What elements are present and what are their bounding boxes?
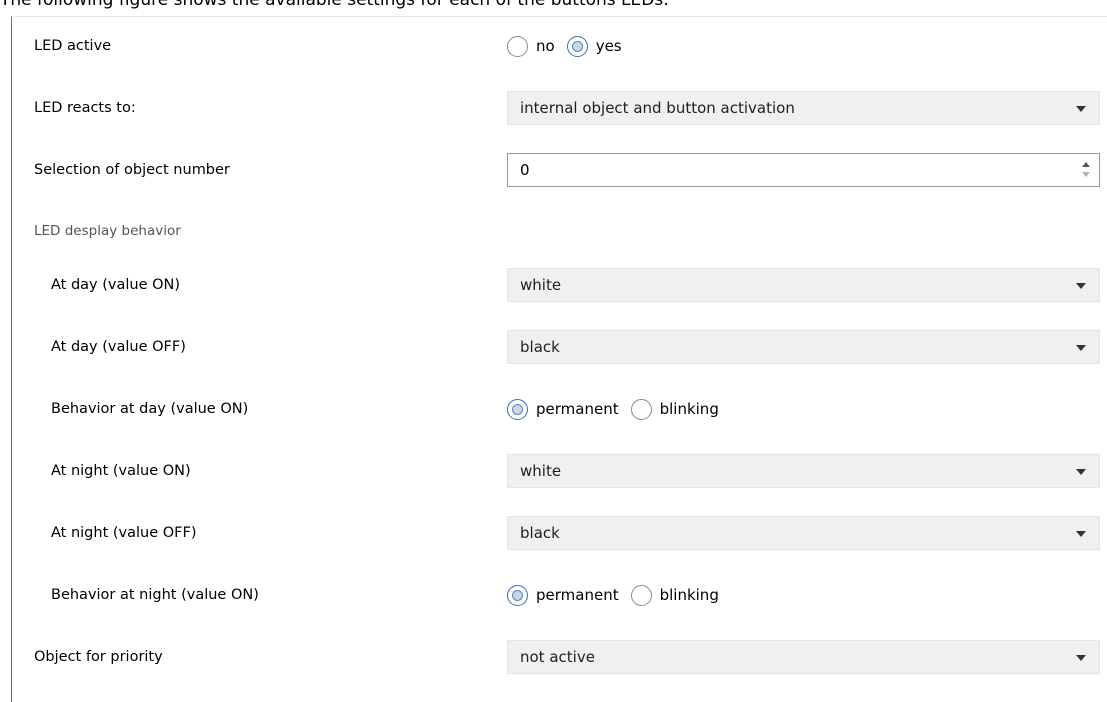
row-led-reacts-to: LED reacts to: internal object and butto… xyxy=(12,90,1107,126)
object-number-value: 0 xyxy=(520,161,530,179)
row-section-display-behavior: LED desplay behavior xyxy=(12,213,1107,249)
section-title: LED desplay behavior xyxy=(34,223,181,239)
behavior-night-permanent-option[interactable]: permanent xyxy=(507,584,619,606)
row-object-priority: Object for priority not active xyxy=(12,639,1107,675)
object-priority-label: Object for priority xyxy=(34,649,163,665)
figure-caption: The following figure shows the available… xyxy=(0,0,669,10)
led-active-radio-group: no yes xyxy=(507,28,634,64)
led-active-no-option[interactable]: no xyxy=(507,35,555,57)
behavior-day-blinking-label: blinking xyxy=(659,399,719,418)
behavior-night-radio-group: permanent blinking xyxy=(507,577,731,613)
at-day-on-value: white xyxy=(520,276,562,294)
led-reacts-to-value: internal object and button activation xyxy=(520,99,795,117)
object-priority-value: not active xyxy=(520,648,595,666)
behavior-day-label: Behavior at day (value ON) xyxy=(51,401,249,417)
chevron-down-icon xyxy=(1076,106,1086,112)
radio-unchecked-icon[interactable] xyxy=(630,584,652,606)
led-active-label: LED active xyxy=(34,38,112,54)
chevron-down-icon xyxy=(1076,469,1086,475)
at-day-on-label: At day (value ON) xyxy=(51,277,181,293)
radio-unchecked-icon[interactable] xyxy=(507,35,528,57)
at-night-on-value: white xyxy=(520,462,562,480)
at-night-on-dropdown[interactable]: white xyxy=(507,454,1100,488)
arrow-up-icon[interactable] xyxy=(1082,162,1090,167)
at-day-off-dropdown[interactable]: black xyxy=(507,330,1100,364)
behavior-night-blinking-label: blinking xyxy=(659,585,719,604)
row-at-night-on: At night (value ON) white xyxy=(12,453,1107,489)
led-reacts-to-dropdown[interactable]: internal object and button activation xyxy=(507,91,1100,125)
row-object-number: Selection of object number 0 xyxy=(12,152,1107,188)
object-number-stepper[interactable]: 0 xyxy=(507,153,1100,187)
behavior-day-permanent-option[interactable]: permanent xyxy=(507,398,619,420)
row-at-day-on: At day (value ON) white xyxy=(12,267,1107,303)
row-led-active: LED active no yes xyxy=(12,28,1107,64)
object-priority-dropdown[interactable]: not active xyxy=(507,640,1100,674)
row-at-night-off: At night (value OFF) black xyxy=(12,515,1107,551)
behavior-day-radio-group: permanent blinking xyxy=(507,391,731,427)
radio-checked-icon[interactable] xyxy=(566,35,588,57)
row-behavior-night: Behavior at night (value ON) permanent b… xyxy=(12,577,1107,613)
led-settings-panel: LED active no yes LED reacts to: interna… xyxy=(11,16,1107,702)
led-reacts-to-label: LED reacts to: xyxy=(34,100,136,116)
chevron-down-icon xyxy=(1076,531,1086,537)
chevron-down-icon xyxy=(1076,283,1086,289)
object-number-label: Selection of object number xyxy=(34,162,230,178)
row-behavior-day: Behavior at day (value ON) permanent bli… xyxy=(12,391,1107,427)
at-night-on-label: At night (value ON) xyxy=(51,463,191,479)
spin-arrows[interactable] xyxy=(1081,160,1091,180)
at-day-off-value: black xyxy=(520,338,560,356)
at-day-off-label: At day (value OFF) xyxy=(51,339,186,355)
at-day-on-dropdown[interactable]: white xyxy=(507,268,1100,302)
radio-unchecked-icon[interactable] xyxy=(630,398,652,420)
at-night-off-label: At night (value OFF) xyxy=(51,525,197,541)
row-at-day-off: At day (value OFF) black xyxy=(12,329,1107,365)
behavior-night-blinking-option[interactable]: blinking xyxy=(630,584,719,606)
arrow-down-icon[interactable] xyxy=(1082,172,1090,177)
led-active-yes-option[interactable]: yes xyxy=(566,35,622,57)
behavior-day-permanent-label: permanent xyxy=(536,399,619,418)
at-night-off-dropdown[interactable]: black xyxy=(507,516,1100,550)
chevron-down-icon xyxy=(1076,655,1086,661)
behavior-day-blinking-option[interactable]: blinking xyxy=(630,398,719,420)
led-active-no-label: no xyxy=(536,36,555,55)
behavior-night-label: Behavior at night (value ON) xyxy=(51,587,259,603)
behavior-night-permanent-label: permanent xyxy=(536,585,619,604)
radio-checked-icon[interactable] xyxy=(507,584,528,606)
chevron-down-icon xyxy=(1076,345,1086,351)
led-active-yes-label: yes xyxy=(595,36,622,55)
radio-checked-icon[interactable] xyxy=(507,398,528,420)
at-night-off-value: black xyxy=(520,524,560,542)
